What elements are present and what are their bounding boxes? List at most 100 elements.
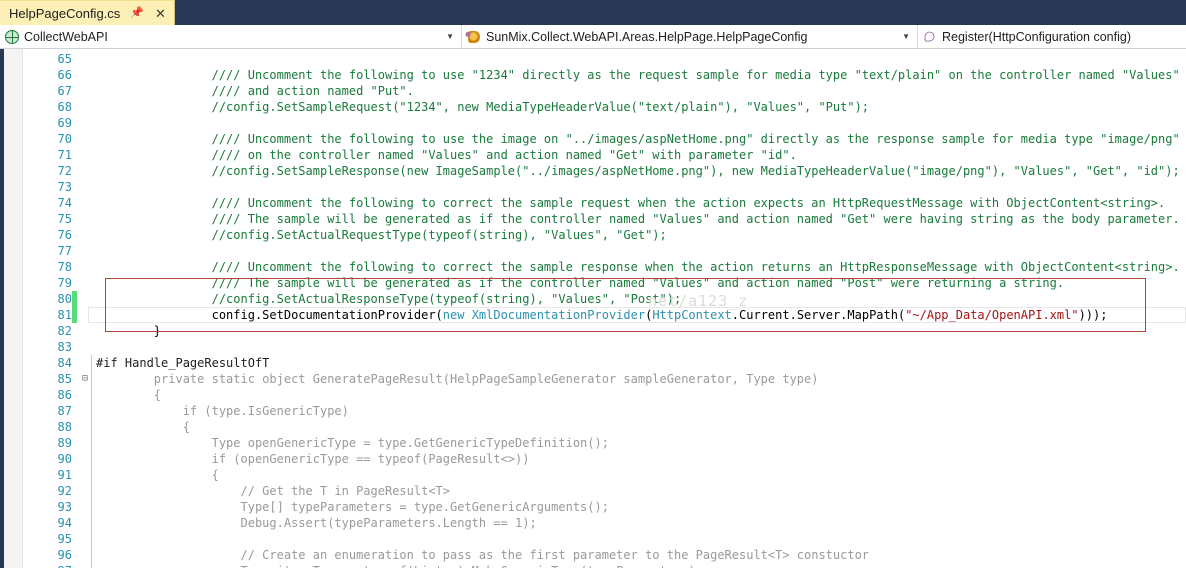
code-line-text: {: [96, 420, 190, 434]
code-line-text: //// The sample will be generated as if …: [96, 276, 1065, 290]
code-line-text: //// Uncomment the following to correct …: [96, 196, 1166, 210]
line-number: 80: [57, 292, 72, 306]
code-line-text: if (type.IsGenericType): [96, 404, 349, 418]
code-line[interactable]: 68 //config.SetSampleRequest("1234", new…: [0, 99, 1186, 115]
code-line-text: Type openGenericType = type.GetGenericTy…: [96, 436, 609, 450]
class-icon: [465, 30, 480, 43]
line-number: 95: [57, 532, 72, 546]
line-number: 67: [57, 84, 72, 98]
code-line-text: // Create an enumeration to pass as the …: [96, 548, 870, 562]
code-line-text: #if Handle_PageResultOfT: [96, 356, 270, 370]
line-number: 75: [57, 212, 72, 226]
code-line-text: //// on the controller named "Values" an…: [96, 148, 797, 162]
navbar-project-dropdown[interactable]: CollectWebAPI ▼: [0, 25, 462, 48]
code-line-text: //// Uncomment the following to correct …: [96, 260, 1180, 274]
navbar-project-label: CollectWebAPI: [24, 29, 108, 44]
code-line-text: Type itemsType = typeof(List<>).MakeGene…: [96, 563, 1186, 568]
code-line-text: //config.SetSampleRequest("1234", new Me…: [96, 100, 870, 114]
code-line[interactable]: 89 Type openGenericType = type.GetGeneri…: [0, 435, 1186, 451]
code-line[interactable]: 96 // Create an enumeration to pass as t…: [0, 547, 1186, 563]
code-line[interactable]: 90 if (openGenericType == typeof(PageRes…: [0, 451, 1186, 467]
code-line[interactable]: 77: [0, 243, 1186, 259]
pin-icon[interactable]: 📌: [129, 7, 145, 19]
code-line[interactable]: 94 Debug.Assert(typeParameters.Length ==…: [0, 515, 1186, 531]
line-number: 76: [57, 228, 72, 242]
code-line-text: Debug.Assert(typeParameters.Length == 1)…: [96, 516, 537, 530]
code-line[interactable]: 75 //// The sample will be generated as …: [0, 211, 1186, 227]
line-number: 71: [57, 148, 72, 162]
code-line[interactable]: 92 // Get the T in PageResult<T>: [0, 483, 1186, 499]
close-icon[interactable]: ✕: [154, 7, 167, 20]
globe-icon: [5, 29, 19, 44]
code-line[interactable]: 69: [0, 115, 1186, 131]
code-line[interactable]: 97 Type itemsType = typeof(List<>).MakeG…: [0, 563, 1186, 568]
code-line-text: //// The sample will be generated as if …: [96, 212, 1180, 226]
code-line[interactable]: 83: [0, 339, 1186, 355]
code-line[interactable]: 87 if (type.IsGenericType): [0, 403, 1186, 419]
code-line-text: {: [96, 388, 162, 402]
code-line-text: // Get the T in PageResult<T>: [96, 484, 451, 498]
code-line[interactable]: 91 {: [0, 467, 1186, 483]
chevron-down-icon[interactable]: ▼: [444, 32, 458, 41]
line-number: 69: [57, 116, 72, 130]
line-number: 94: [57, 516, 72, 530]
code-line-text: private static object GeneratePageResult…: [96, 372, 819, 386]
line-number: 84: [57, 356, 72, 370]
chevron-down-icon[interactable]: ▼: [900, 32, 914, 41]
line-number: 83: [57, 340, 72, 354]
code-line[interactable]: 85 ⊟ private static object GeneratePageRe…: [0, 371, 1186, 387]
document-tab-label: HelpPageConfig.cs: [9, 5, 121, 21]
line-number: 97: [28, 563, 72, 568]
code-line[interactable]: 84 #if Handle_PageResultOfT: [0, 355, 1186, 371]
navbar-member-dropdown[interactable]: Register(HttpConfiguration config): [918, 25, 1186, 48]
code-line-text: //config.SetActualResponseType(typeof(st…: [96, 292, 682, 306]
code-line[interactable]: 88 {: [0, 419, 1186, 435]
line-number: 93: [57, 500, 72, 514]
code-line-text: //config.SetActualRequestType(typeof(str…: [96, 228, 667, 242]
navbar-type-dropdown[interactable]: SunMix.Collect.WebAPI.Areas.HelpPage.Hel…: [462, 25, 918, 48]
line-number: 96: [57, 548, 72, 562]
code-line-text: //// and action named "Put".: [96, 84, 414, 98]
code-line[interactable]: 66 //// Uncomment the following to use "…: [0, 67, 1186, 83]
line-number: 66: [57, 68, 72, 82]
code-line[interactable]: 70 //// Uncomment the following to use t…: [0, 131, 1186, 147]
code-line[interactable]: 79 //// The sample will be generated as …: [0, 275, 1186, 291]
code-line-text: //// Uncomment the following to use "123…: [96, 68, 1180, 82]
code-line[interactable]: 76 //config.SetActualRequestType(typeof(…: [0, 227, 1186, 243]
code-line[interactable]: 82 }: [0, 323, 1186, 339]
code-line-text: if (openGenericType == typeof(PageResult…: [96, 452, 530, 466]
code-line[interactable]: 78 //// Uncomment the following to corre…: [0, 259, 1186, 275]
code-line[interactable]: 80 //config.SetActualResponseType(typeof…: [0, 291, 1186, 307]
code-line[interactable]: 86 {: [0, 387, 1186, 403]
code-line[interactable]: 65: [0, 51, 1186, 67]
line-number: 81: [57, 308, 72, 322]
code-line[interactable]: 73: [0, 179, 1186, 195]
code-line[interactable]: 72 //config.SetSampleResponse(new ImageS…: [0, 163, 1186, 179]
line-number: 88: [57, 420, 72, 434]
line-number: 79: [57, 276, 72, 290]
code-editor[interactable]: 65 66 //// Uncomment the following to use…: [0, 49, 1186, 568]
code-line-text: //config.SetSampleResponse(new ImageSamp…: [96, 164, 1180, 178]
fold-toggle-icon[interactable]: ⊟: [80, 371, 90, 387]
line-number: 85: [57, 372, 72, 386]
code-line-text: config.SetDocumentationProvider(new XmlD…: [96, 308, 1108, 322]
code-line-text: }: [96, 324, 162, 338]
line-number: 73: [57, 180, 72, 194]
line-number: 91: [57, 468, 72, 482]
code-line[interactable]: 81 config.SetDocumentationProvider(new X…: [0, 307, 1186, 323]
document-tab-helppageconfig[interactable]: HelpPageConfig.cs 📌 ✕: [0, 0, 175, 25]
code-lines-container[interactable]: 65 66 //// Uncomment the following to use…: [0, 49, 1186, 568]
code-line[interactable]: 71 //// on the controller named "Values"…: [0, 147, 1186, 163]
code-line[interactable]: 95: [0, 531, 1186, 547]
code-line[interactable]: 74 //// Uncomment the following to corre…: [0, 195, 1186, 211]
code-line-text: {: [96, 468, 219, 482]
line-number: 89: [57, 436, 72, 450]
line-number: 68: [57, 100, 72, 114]
line-number: 86: [57, 388, 72, 402]
code-line-text: //// Uncomment the following to use the …: [96, 132, 1180, 146]
line-number: 87: [57, 404, 72, 418]
line-number: 90: [57, 452, 72, 466]
code-line[interactable]: 93 Type[] typeParameters = type.GetGener…: [0, 499, 1186, 515]
code-line[interactable]: 67 //// and action named "Put".: [0, 83, 1186, 99]
line-number: 82: [57, 324, 72, 338]
